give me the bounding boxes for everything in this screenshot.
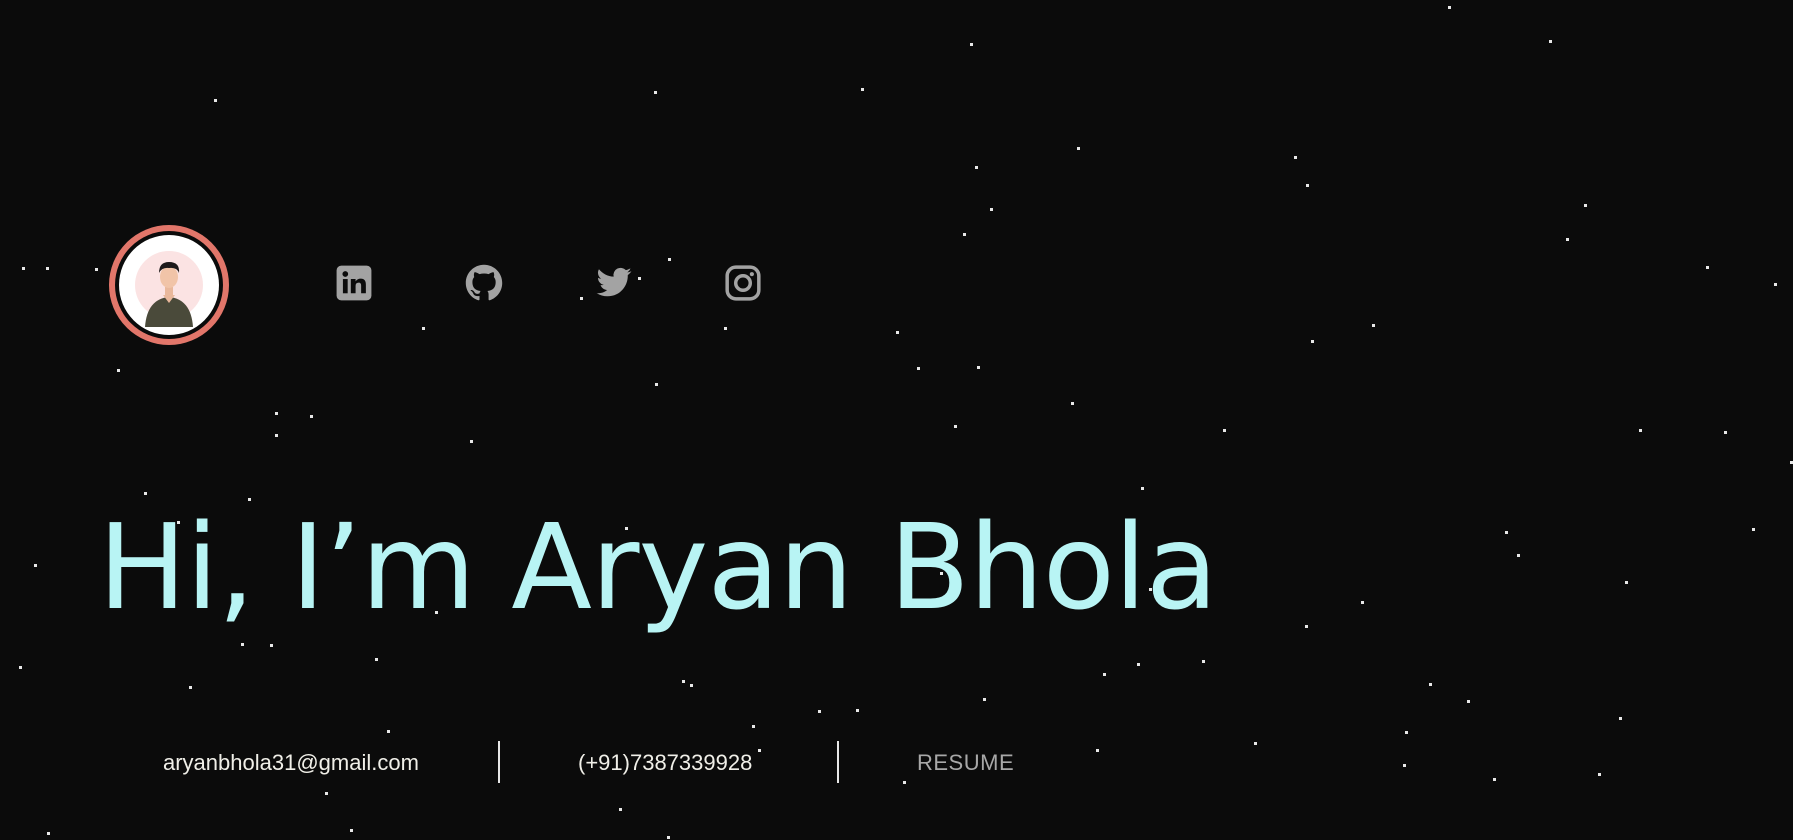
star: [1141, 487, 1144, 490]
star: [1103, 673, 1106, 676]
star: [241, 643, 244, 646]
linkedin-link[interactable]: [334, 263, 374, 303]
star: [655, 383, 658, 386]
star: [270, 644, 273, 647]
star: [975, 166, 978, 169]
resume-link[interactable]: RESUME: [917, 749, 1014, 777]
star: [117, 369, 120, 372]
star: [1467, 700, 1470, 703]
avatar[interactable]: [109, 225, 229, 345]
instagram-icon: [725, 265, 761, 301]
starfield-background: [0, 0, 1793, 840]
star: [1137, 663, 1140, 666]
star: [422, 327, 425, 330]
star: [1493, 778, 1496, 781]
star: [1706, 266, 1709, 269]
star: [990, 208, 993, 211]
star: [1566, 238, 1569, 241]
star: [1505, 531, 1508, 534]
star: [580, 297, 583, 300]
star: [1306, 184, 1309, 187]
star: [856, 709, 859, 712]
hero-title: Hi, I’m Aryan Bhola: [98, 498, 1218, 636]
star: [19, 666, 22, 669]
star: [896, 331, 899, 334]
star: [1448, 6, 1451, 9]
avatar-illustration: [119, 235, 219, 335]
star: [1625, 581, 1628, 584]
star: [1639, 429, 1642, 432]
instagram-link[interactable]: [723, 263, 763, 303]
star: [1294, 156, 1297, 159]
phone-link[interactable]: (+91)7387339928: [578, 749, 752, 777]
star: [903, 781, 906, 784]
star: [325, 792, 328, 795]
star: [375, 658, 378, 661]
star: [144, 492, 147, 495]
star: [1223, 429, 1226, 432]
star: [1403, 764, 1406, 767]
github-link[interactable]: [464, 263, 504, 303]
linkedin-icon: [336, 265, 372, 301]
star: [638, 277, 641, 280]
star: [275, 412, 278, 415]
star: [1517, 554, 1520, 557]
star: [189, 686, 192, 689]
star: [818, 710, 821, 713]
star: [1361, 601, 1364, 604]
star: [350, 829, 353, 832]
star: [983, 698, 986, 701]
star: [47, 832, 50, 835]
star: [1619, 717, 1622, 720]
twitter-icon: [596, 267, 632, 297]
star: [1305, 625, 1308, 628]
star: [917, 367, 920, 370]
star: [963, 233, 966, 236]
star: [1429, 683, 1432, 686]
star: [1549, 40, 1552, 43]
github-icon: [465, 264, 503, 301]
star: [275, 434, 278, 437]
star: [1774, 283, 1777, 286]
star: [682, 680, 685, 683]
star: [1311, 340, 1314, 343]
star: [861, 88, 864, 91]
star: [1752, 528, 1755, 531]
star: [954, 425, 957, 428]
star: [667, 836, 670, 839]
star: [387, 730, 390, 733]
star: [34, 564, 37, 567]
star: [1071, 402, 1074, 405]
star: [214, 99, 217, 102]
star: [619, 808, 622, 811]
star: [310, 415, 313, 418]
contact-divider: [498, 741, 500, 783]
star: [1202, 660, 1205, 663]
star: [752, 725, 755, 728]
star: [654, 91, 657, 94]
star: [977, 366, 980, 369]
star: [1405, 731, 1408, 734]
star: [1254, 742, 1257, 745]
star: [1096, 749, 1099, 752]
star: [668, 258, 671, 261]
star: [95, 268, 98, 271]
email-link[interactable]: aryanbhola31@gmail.com: [163, 749, 419, 777]
star: [1598, 773, 1601, 776]
star: [1372, 324, 1375, 327]
contact-divider: [837, 741, 839, 783]
twitter-link[interactable]: [594, 263, 634, 303]
star: [46, 267, 49, 270]
star: [758, 749, 761, 752]
star: [724, 327, 727, 330]
star: [1724, 431, 1727, 434]
star: [1584, 204, 1587, 207]
star: [470, 440, 473, 443]
star: [690, 684, 693, 687]
star: [1077, 147, 1080, 150]
star: [22, 267, 25, 270]
star: [970, 43, 973, 46]
